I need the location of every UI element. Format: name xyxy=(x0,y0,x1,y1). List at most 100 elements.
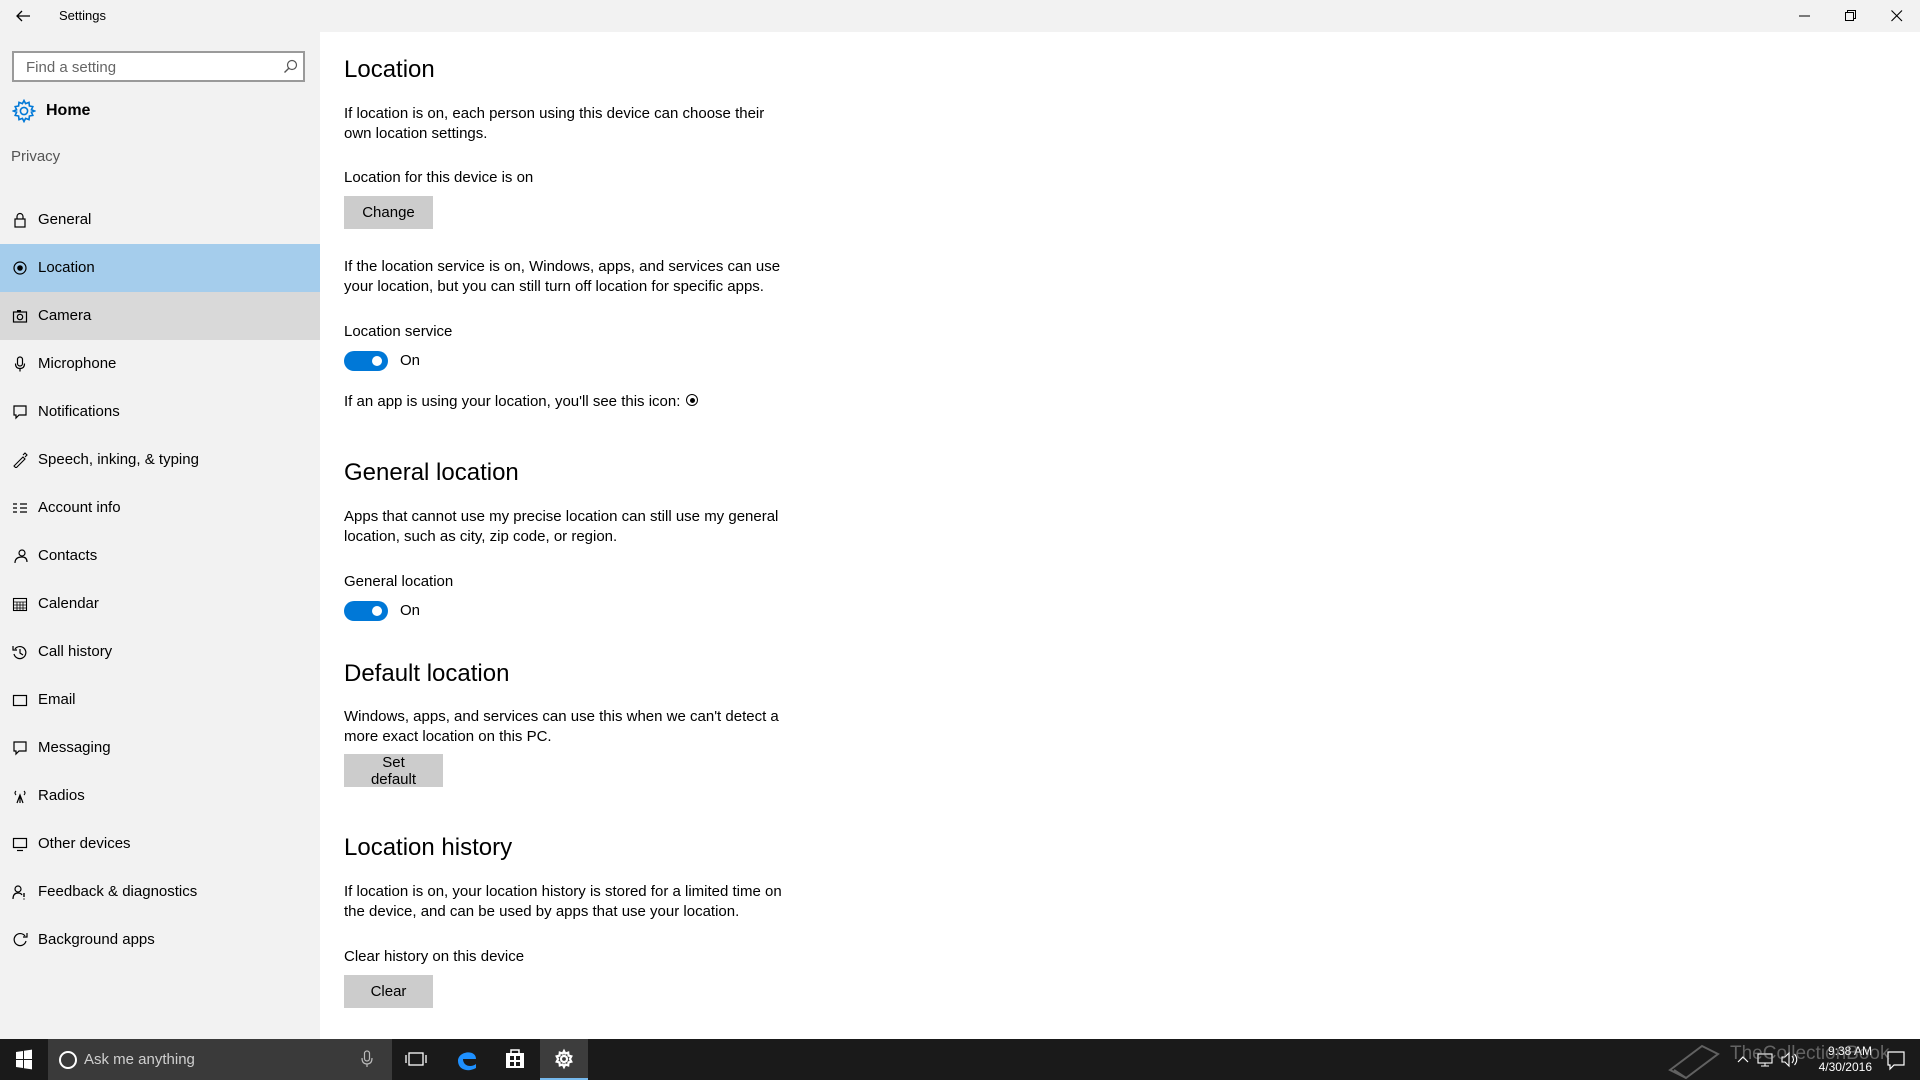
sidebar-item-radios[interactable]: Radios xyxy=(0,772,320,820)
sidebar-item-label: Location xyxy=(38,259,95,276)
account-info-icon xyxy=(13,503,27,513)
sidebar-item-label: Email xyxy=(38,691,76,708)
watermark-text: TheCollectionBook xyxy=(1730,1043,1890,1064)
location-intro: If location is on, each person using thi… xyxy=(344,105,765,142)
sidebar-item-messaging[interactable]: Messaging xyxy=(0,724,320,772)
sidebar-item-calendar[interactable]: Calendar xyxy=(0,580,320,628)
radios-icon xyxy=(14,790,26,804)
window-title: Settings xyxy=(59,8,106,23)
sidebar-item-background-apps[interactable]: Background apps xyxy=(0,916,320,964)
sidebar-item-email[interactable]: Email xyxy=(0,676,320,724)
location-heading: Location xyxy=(344,56,435,83)
other-devices-icon xyxy=(12,837,28,852)
watermark-book-icon xyxy=(1668,1044,1720,1080)
sidebar-item-label: Calendar xyxy=(38,595,99,612)
default-location-heading: Default location xyxy=(344,660,510,687)
location-service-description: If the location service is on, Windows, … xyxy=(344,258,781,295)
edge-button[interactable] xyxy=(443,1039,491,1080)
call-history-icon xyxy=(12,645,27,660)
sidebar-item-label: Call history xyxy=(38,643,113,660)
settings-taskbar-button[interactable] xyxy=(540,1039,588,1080)
close-icon xyxy=(1891,10,1903,22)
camera-icon xyxy=(12,310,28,323)
sidebar-item-contacts[interactable]: Contacts xyxy=(0,532,320,580)
privacy-nav: General Location Camera Microphone Notificat… xyxy=(0,196,320,964)
contacts-icon xyxy=(14,549,28,564)
sidebar-item-call-history[interactable]: Call history xyxy=(0,628,320,676)
notifications-icon xyxy=(13,405,27,420)
background-apps-icon xyxy=(13,932,28,947)
set-default-button[interactable]: Set default xyxy=(344,754,443,788)
cortana-placeholder: Ask me anything xyxy=(84,1051,195,1068)
search-box[interactable] xyxy=(12,51,305,82)
sidebar-item-notifications[interactable]: Notifications xyxy=(0,388,320,436)
minimize-button[interactable] xyxy=(1782,0,1828,32)
store-icon xyxy=(506,1049,524,1068)
restore-button[interactable] xyxy=(1828,0,1874,32)
clear-button[interactable]: Clear xyxy=(344,975,433,1008)
sidebar-item-label: Messaging xyxy=(38,739,111,756)
search-input[interactable] xyxy=(24,58,268,77)
search-icon[interactable] xyxy=(283,59,298,74)
home-link[interactable]: Home xyxy=(0,94,320,128)
cortana-icon xyxy=(59,1051,77,1069)
sidebar-item-label: Camera xyxy=(38,307,92,324)
feedback-icon xyxy=(12,885,25,900)
device-location-status: Location for this device is on xyxy=(344,169,534,186)
general-location-heading: General location xyxy=(344,459,519,486)
restore-icon xyxy=(1845,10,1856,21)
change-button[interactable]: Change xyxy=(344,196,433,229)
start-button[interactable] xyxy=(0,1039,48,1080)
title-bar: Settings xyxy=(0,0,1920,32)
section-title: Privacy xyxy=(11,148,61,165)
sidebar-item-label: Account info xyxy=(38,499,121,516)
main-content: Location If location is on, each person … xyxy=(320,32,1920,1039)
minimize-icon xyxy=(1799,15,1810,17)
taskbar: Ask me anything 9:38 AM 4/30/2016 xyxy=(0,1039,1920,1080)
lock-icon xyxy=(14,212,26,228)
location-in-use-icon xyxy=(686,394,699,406)
location-icon-note-text: If an app is using your location, you'll… xyxy=(344,393,681,410)
task-view-button[interactable] xyxy=(392,1039,440,1080)
windows-logo-icon xyxy=(16,1049,32,1070)
cortana-search-box[interactable]: Ask me anything xyxy=(48,1039,392,1080)
sidebar-item-label: Microphone xyxy=(38,355,117,372)
email-icon xyxy=(12,694,28,707)
store-button[interactable] xyxy=(491,1039,539,1080)
sidebar-item-account-info[interactable]: Account info xyxy=(0,484,320,532)
location-history-description: If location is on, your location history… xyxy=(344,883,782,920)
sidebar-item-other-devices[interactable]: Other devices xyxy=(0,820,320,868)
calendar-icon xyxy=(12,597,28,612)
sidebar-item-general[interactable]: General xyxy=(0,196,320,244)
sidebar-item-speech-inking-typing[interactable]: Speech, inking, & typing xyxy=(0,436,320,484)
microphone-icon[interactable] xyxy=(360,1050,374,1068)
general-location-toggle[interactable] xyxy=(344,601,388,621)
microphone-icon xyxy=(14,356,26,372)
sidebar-item-label: Radios xyxy=(38,787,85,804)
location-service-state: On xyxy=(400,352,421,369)
location-history-heading: Location history xyxy=(344,834,513,861)
sidebar-item-microphone[interactable]: Microphone xyxy=(0,340,320,388)
home-label: Home xyxy=(46,102,91,119)
task-view-icon xyxy=(405,1052,427,1066)
location-icon-note: If an app is using your location, you'll… xyxy=(344,393,699,410)
sidebar-item-label: Contacts xyxy=(38,547,98,564)
sidebar-item-label: General xyxy=(38,211,92,228)
sidebar-item-label: Notifications xyxy=(38,403,120,420)
location-service-toggle[interactable] xyxy=(344,351,388,371)
settings-gear-icon xyxy=(555,1048,573,1070)
sidebar-item-location[interactable]: Location xyxy=(0,244,320,292)
messaging-icon xyxy=(13,741,27,756)
sidebar-item-label: Speech, inking, & typing xyxy=(38,451,199,468)
general-location-state: On xyxy=(400,602,421,619)
default-location-description: Windows, apps, and services can use this… xyxy=(344,708,779,745)
back-arrow-icon xyxy=(16,10,30,22)
sidebar-item-camera[interactable]: Camera xyxy=(0,292,320,340)
back-button[interactable] xyxy=(10,4,38,28)
close-button[interactable] xyxy=(1874,0,1920,32)
clear-history-label: Clear history on this device xyxy=(344,948,525,965)
sidebar-item-feedback-diagnostics[interactable]: Feedback & diagnostics xyxy=(0,868,320,916)
sidebar-item-label: Feedback & diagnostics xyxy=(38,883,198,900)
sidebar-item-label: Background apps xyxy=(38,931,155,948)
general-location-description: Apps that cannot use my precise location… xyxy=(344,508,779,545)
